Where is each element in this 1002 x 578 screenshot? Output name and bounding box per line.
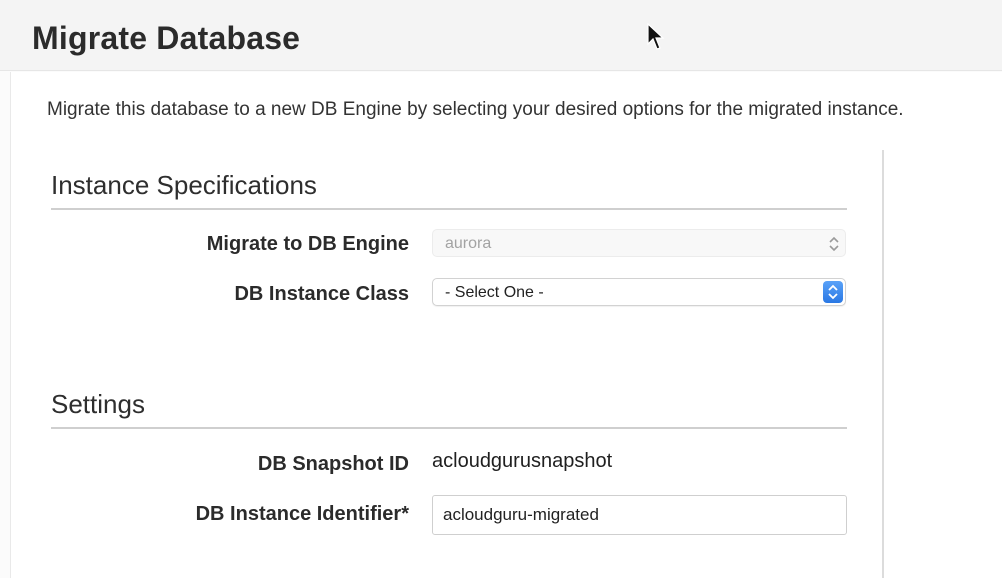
db-instance-class-label: DB Instance Class	[234, 283, 409, 305]
db-instance-identifier-label: DB Instance Identifier*	[195, 503, 409, 525]
up-down-chevron-icon	[828, 284, 838, 300]
migrate-database-page: Migrate Database Migrate this database t…	[0, 0, 1002, 578]
db-snapshot-id-value: acloudgurusnapshot	[432, 450, 613, 472]
db-snapshot-id-label: DB Snapshot ID	[257, 453, 409, 475]
section-divider	[51, 427, 847, 429]
settings-heading: Settings	[51, 389, 145, 419]
db-engine-select[interactable]: aurora	[432, 229, 846, 257]
select-stepper	[823, 281, 843, 303]
db-engine-value: aurora	[445, 235, 492, 252]
page-description: Migrate this database to a new DB Engine…	[47, 99, 904, 120]
page-title: Migrate Database	[32, 20, 301, 56]
db-instance-identifier-input[interactable]	[432, 495, 847, 535]
mouse-pointer-icon	[647, 22, 665, 50]
db-instance-class-value: - Select One -	[445, 284, 544, 301]
up-down-chevron-icon	[829, 236, 839, 252]
section-divider	[51, 208, 847, 210]
db-engine-label: Migrate to DB Engine	[206, 233, 409, 255]
db-instance-class-select[interactable]: - Select One -	[432, 278, 846, 306]
instance-specifications-heading: Instance Specifications	[51, 170, 317, 200]
